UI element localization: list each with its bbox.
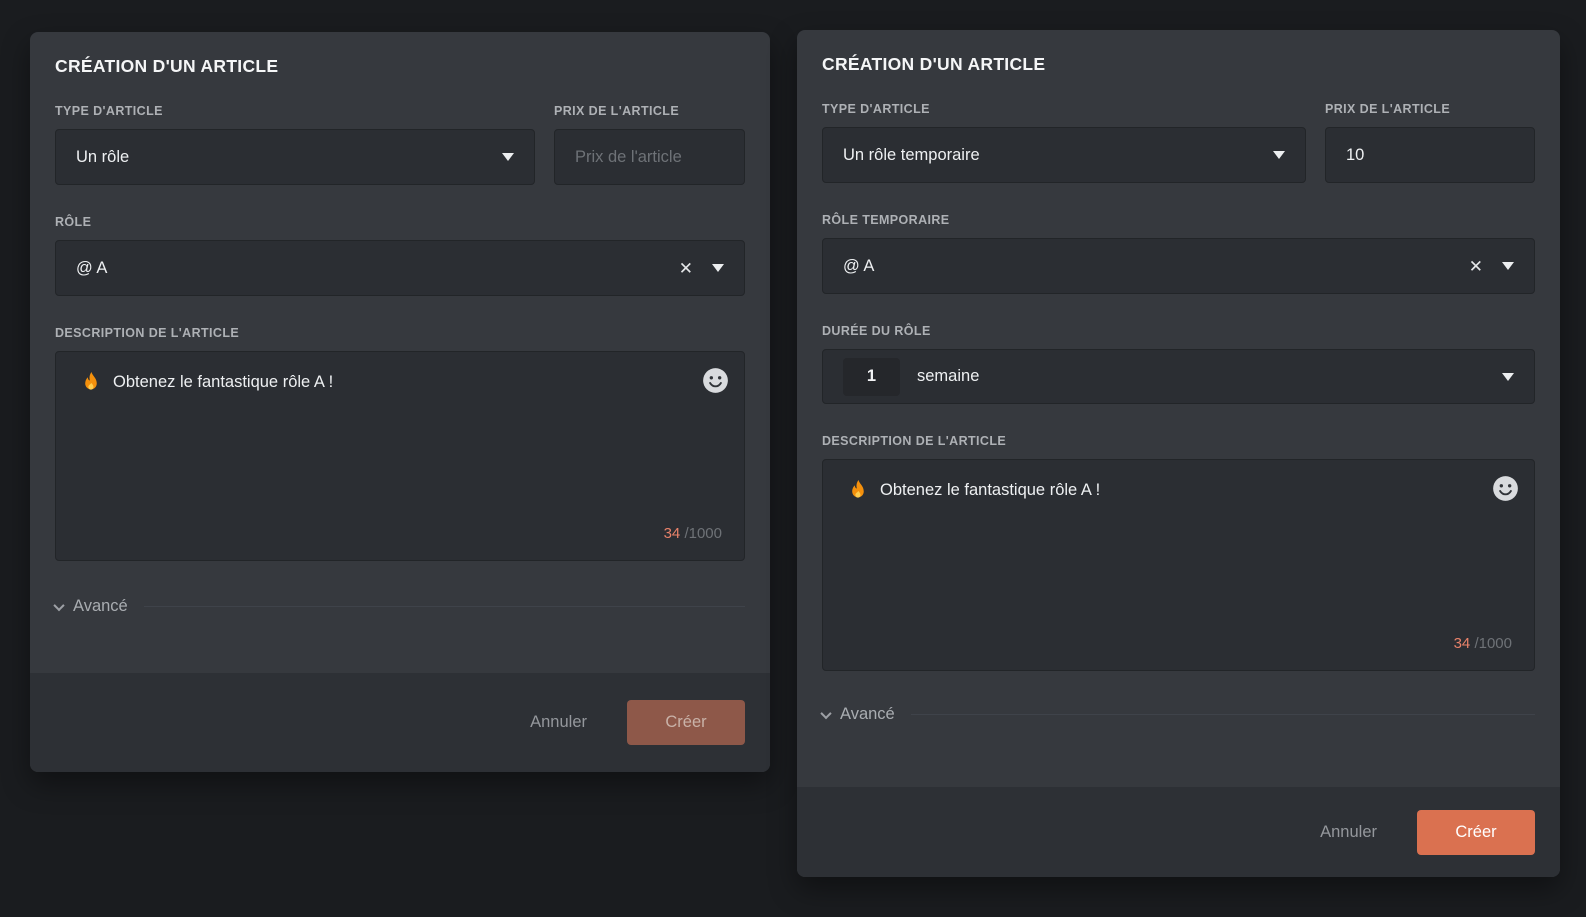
modal-body: CRÉATION D'UN ARTICLE TYPE D'ARTICLE Un … — [797, 30, 1560, 787]
chevron-down-icon — [820, 707, 831, 718]
description-label: DESCRIPTION DE L'ARTICLE — [822, 434, 1535, 448]
emoji-picker-icon[interactable] — [1492, 475, 1519, 502]
char-count-max: /1000 — [684, 525, 722, 542]
clear-icon[interactable]: ✕ — [1469, 258, 1483, 275]
type-price-row: TYPE D'ARTICLE Un rôle temporaire PRIX D… — [822, 102, 1535, 183]
type-article-label: TYPE D'ARTICLE — [55, 104, 535, 118]
chevron-down-icon — [712, 264, 724, 272]
fire-emoji-icon — [83, 372, 100, 393]
description-textarea[interactable]: Obtenez le fantastique rôle A ! 34 /1000 — [822, 459, 1535, 671]
advanced-toggle[interactable]: Avancé — [55, 597, 745, 616]
cancel-button[interactable]: Annuler — [1298, 815, 1399, 850]
divider — [911, 714, 1535, 715]
clear-icon[interactable]: ✕ — [679, 260, 693, 277]
chevron-down-icon — [502, 153, 514, 161]
chevron-down-icon — [1502, 262, 1514, 270]
description-textarea[interactable]: Obtenez le fantastique rôle A ! 34 /1000 — [55, 351, 745, 561]
type-article-select[interactable]: Un rôle temporaire — [822, 127, 1306, 183]
duration-value-input[interactable]: 1 — [843, 358, 900, 396]
description-text: Obtenez le fantastique rôle A ! — [880, 481, 1100, 500]
modal-footer: Annuler Créer — [797, 787, 1560, 877]
duration-unit: semaine — [917, 367, 979, 386]
description-text: Obtenez le fantastique rôle A ! — [113, 373, 333, 392]
advanced-label: Avancé — [73, 597, 128, 616]
type-article-select[interactable]: Un rôle — [55, 129, 535, 185]
type-article-value: Un rôle temporaire — [843, 146, 980, 165]
role-select[interactable]: @ A ✕ — [55, 240, 745, 296]
chevron-down-icon — [1502, 373, 1514, 381]
type-article-label: TYPE D'ARTICLE — [822, 102, 1306, 116]
chevron-down-icon — [53, 599, 64, 610]
price-label: PRIX DE L'ARTICLE — [1325, 102, 1535, 116]
char-count-current: 34 — [1454, 635, 1471, 652]
description-label: DESCRIPTION DE L'ARTICLE — [55, 326, 745, 340]
fire-emoji-icon — [850, 480, 867, 501]
role-label: RÔLE TEMPORAIRE — [822, 213, 1535, 227]
emoji-picker-icon[interactable] — [702, 367, 729, 394]
char-count-max: /1000 — [1474, 635, 1512, 652]
create-button[interactable]: Créer — [1417, 810, 1535, 855]
role-label: RÔLE — [55, 215, 745, 229]
advanced-label: Avancé — [840, 705, 895, 724]
char-count: 34 /1000 — [1454, 635, 1512, 652]
create-article-modal: CRÉATION D'UN ARTICLE TYPE D'ARTICLE Un … — [797, 30, 1560, 877]
modal-title: CRÉATION D'UN ARTICLE — [822, 54, 1535, 75]
divider — [144, 606, 745, 607]
price-input[interactable] — [554, 129, 745, 185]
modal-body: CRÉATION D'UN ARTICLE TYPE D'ARTICLE Un … — [30, 32, 770, 673]
type-price-row: TYPE D'ARTICLE Un rôle PRIX DE L'ARTICLE — [55, 104, 745, 185]
duration-label: DURÉE DU RÔLE — [822, 324, 1535, 338]
role-select[interactable]: @ A ✕ — [822, 238, 1535, 294]
price-label: PRIX DE L'ARTICLE — [554, 104, 745, 118]
duration-select[interactable]: 1 semaine — [822, 349, 1535, 404]
chevron-down-icon — [1273, 151, 1285, 159]
modal-title: CRÉATION D'UN ARTICLE — [55, 56, 745, 77]
role-value: @ A — [843, 257, 874, 276]
advanced-toggle[interactable]: Avancé — [822, 705, 1535, 724]
create-button[interactable]: Créer — [627, 700, 745, 745]
role-value: @ A — [76, 259, 107, 278]
create-article-modal: CRÉATION D'UN ARTICLE TYPE D'ARTICLE Un … — [30, 32, 770, 772]
price-input[interactable] — [1325, 127, 1535, 183]
cancel-button[interactable]: Annuler — [508, 705, 609, 740]
char-count-current: 34 — [664, 525, 681, 542]
char-count: 34 /1000 — [664, 525, 722, 542]
modal-footer: Annuler Créer — [30, 673, 770, 772]
type-article-value: Un rôle — [76, 148, 129, 167]
